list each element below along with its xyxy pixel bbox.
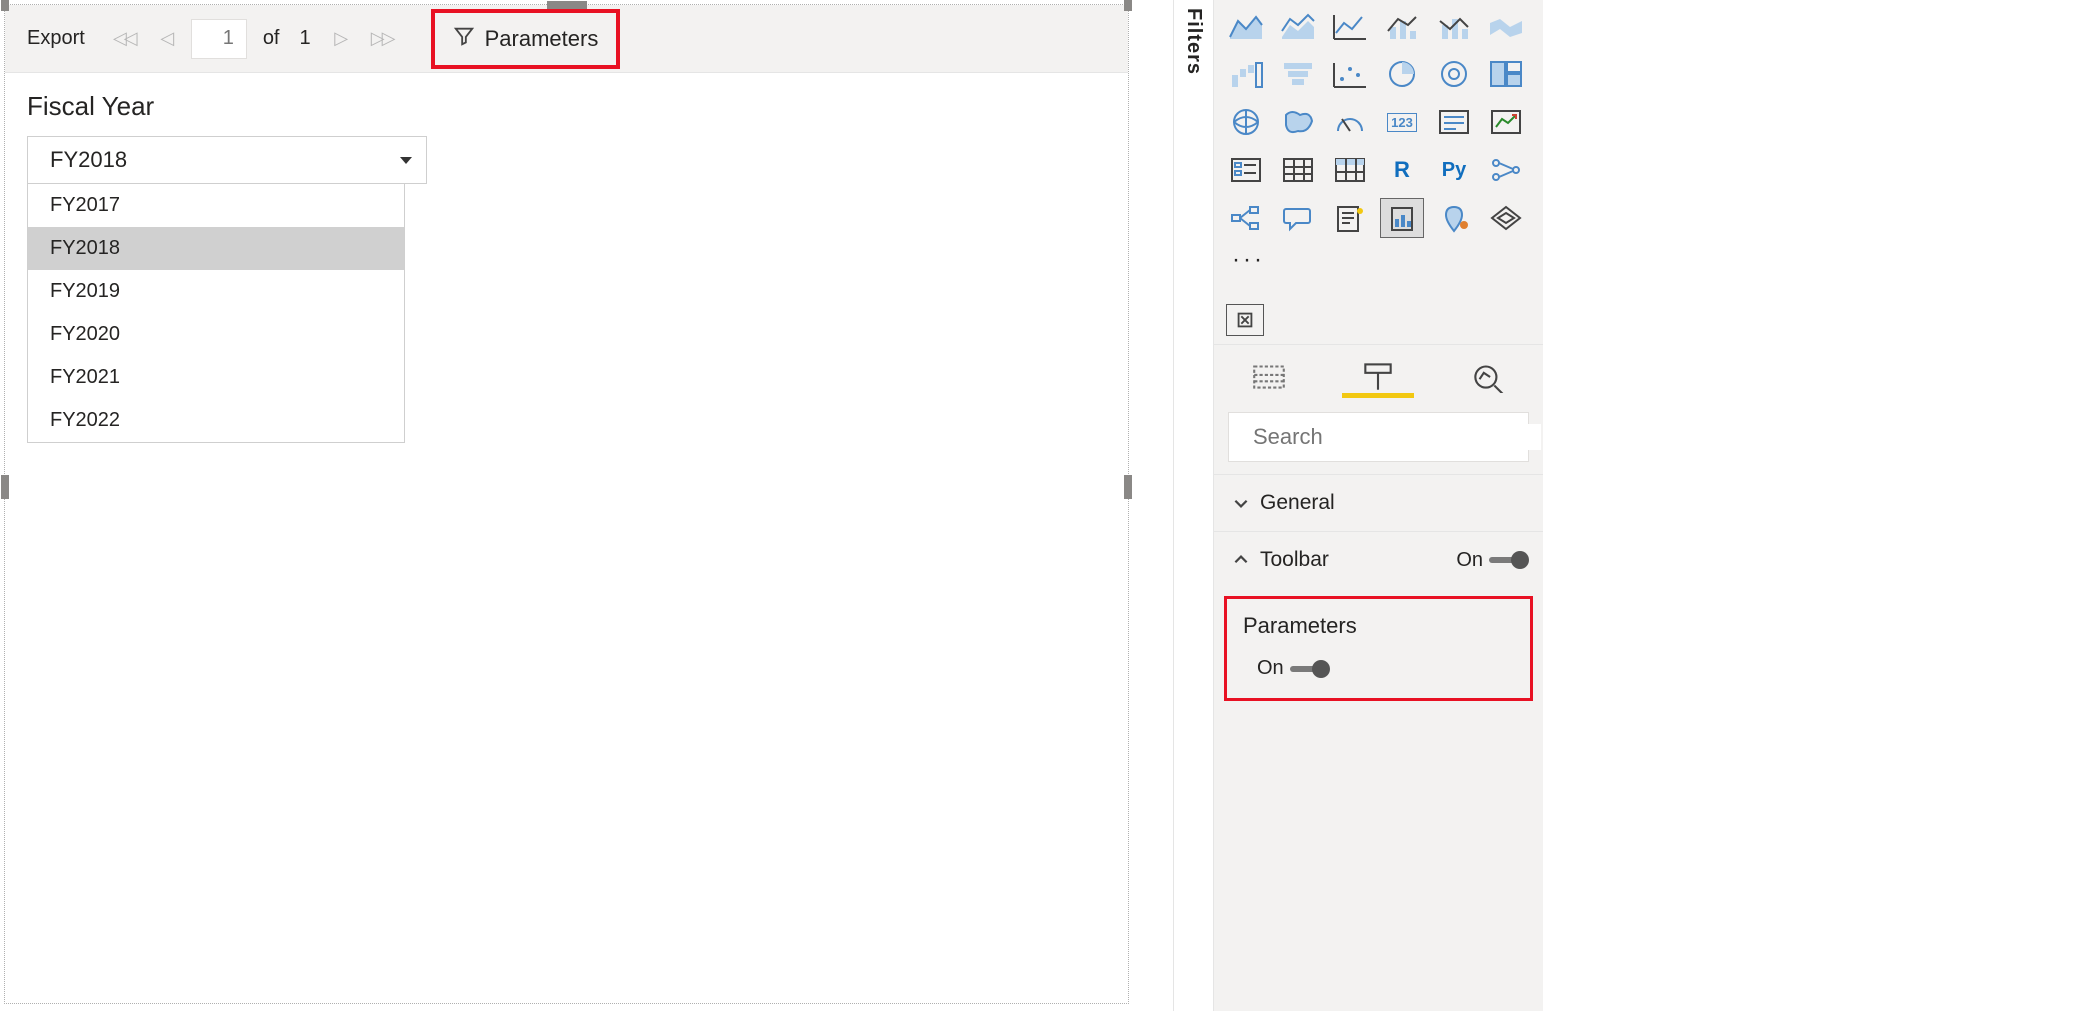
treemap-icon[interactable] — [1484, 54, 1528, 94]
parameters-label: Parameters — [485, 26, 599, 52]
slicer-icon[interactable] — [1224, 150, 1268, 190]
page-number-input[interactable] — [191, 19, 247, 59]
visualizations-pane: 123 R Py ··· — [1213, 0, 1543, 1011]
page-total: 1 — [300, 27, 311, 50]
ribbon-chart-icon[interactable] — [1484, 6, 1528, 46]
paginated-report-icon[interactable] — [1380, 198, 1424, 238]
export-button[interactable]: Export — [19, 21, 99, 56]
scatter-chart-icon[interactable] — [1328, 54, 1372, 94]
fiscal-year-option[interactable]: FY2018 — [28, 227, 404, 270]
filters-label: Filters — [1182, 8, 1205, 75]
general-label: General — [1260, 491, 1335, 515]
export-label: Export — [27, 27, 85, 50]
first-page-button[interactable]: ◁◁ — [107, 28, 141, 49]
table-icon[interactable] — [1276, 150, 1320, 190]
resize-handle-middle-left[interactable] — [1, 475, 9, 499]
format-tabs — [1214, 344, 1543, 398]
prev-page-button[interactable]: ◁ — [149, 28, 183, 49]
area-chart-icon[interactable] — [1224, 6, 1268, 46]
matrix-icon[interactable] — [1328, 150, 1372, 190]
fiscal-year-dropdown[interactable]: FY2018 — [27, 136, 427, 184]
combo-chart-icon[interactable] — [1380, 6, 1424, 46]
pie-chart-icon[interactable] — [1380, 54, 1424, 94]
parameter-name: Fiscal Year — [27, 91, 1106, 122]
visualization-palette: 123 R Py ··· — [1214, 0, 1543, 296]
fields-tab[interactable] — [1244, 359, 1294, 398]
resize-handle-middle-right[interactable] — [1124, 475, 1132, 499]
gauge-icon[interactable] — [1328, 102, 1372, 142]
fiscal-year-selected: FY2018 — [50, 147, 127, 173]
fiscal-year-option[interactable]: FY2022 — [28, 399, 404, 442]
fiscal-year-option[interactable]: FY2020 — [28, 313, 404, 356]
funnel-chart-icon[interactable] — [1276, 54, 1320, 94]
fiscal-year-options: FY2017FY2018FY2019FY2020FY2021FY2022 — [27, 184, 405, 443]
general-section[interactable]: General — [1214, 475, 1543, 531]
parameters-toggle[interactable]: On — [1257, 657, 1514, 680]
chevron-up-icon — [1232, 551, 1250, 569]
qa-visual-icon[interactable] — [1276, 198, 1320, 238]
r-visual-icon[interactable]: R — [1380, 150, 1424, 190]
toolbar-section-label: Toolbar — [1260, 548, 1329, 572]
waterfall-chart-icon[interactable] — [1224, 54, 1268, 94]
report-body: Fiscal Year FY2018 FY2017FY2018FY2019FY2… — [5, 73, 1128, 1003]
analytics-tab[interactable] — [1463, 359, 1513, 398]
kpi-icon[interactable] — [1484, 102, 1528, 142]
card-icon[interactable]: 123 — [1380, 102, 1424, 142]
smart-narrative-icon[interactable] — [1328, 198, 1372, 238]
donut-chart-icon[interactable] — [1432, 54, 1476, 94]
resize-handle-top-left[interactable] — [1, 0, 9, 11]
fiscal-year-option[interactable]: FY2019 — [28, 270, 404, 313]
visual-selection-frame[interactable]: Export ◁◁ ◁ of 1 ▷ ▷▷ Parameters Fiscal … — [4, 4, 1129, 1004]
search-box[interactable] — [1228, 412, 1529, 462]
last-page-button[interactable]: ▷▷ — [365, 28, 399, 49]
map-icon[interactable] — [1224, 102, 1268, 142]
resize-handle-top-middle[interactable] — [547, 1, 587, 9]
parameters-setting: Parameters On — [1224, 596, 1533, 701]
get-more-visuals-icon[interactable] — [1484, 198, 1528, 238]
resize-handle-top-right[interactable] — [1124, 0, 1132, 11]
parameters-button[interactable]: Parameters — [431, 9, 621, 69]
arcgis-map-icon[interactable] — [1432, 198, 1476, 238]
chevron-down-icon — [1232, 494, 1250, 512]
page-of-label: of — [263, 27, 280, 50]
toolbar-toggle[interactable]: On — [1456, 549, 1525, 572]
fiscal-year-option[interactable]: FY2017 — [28, 184, 404, 227]
parameters-setting-label: Parameters — [1243, 613, 1514, 639]
remove-field-icon[interactable] — [1226, 304, 1264, 336]
combo-stacked-chart-icon[interactable] — [1432, 6, 1476, 46]
decomposition-tree-icon[interactable] — [1224, 198, 1268, 238]
fiscal-year-option[interactable]: FY2021 — [28, 356, 404, 399]
filter-icon — [453, 25, 475, 53]
toolbar-section[interactable]: Toolbar On — [1214, 532, 1543, 588]
python-visual-icon[interactable]: Py — [1432, 150, 1476, 190]
report-toolbar: Export ◁◁ ◁ of 1 ▷ ▷▷ Parameters — [5, 5, 1128, 73]
key-influencers-icon[interactable] — [1484, 150, 1528, 190]
parameters-toggle-state: On — [1257, 657, 1284, 680]
report-canvas[interactable]: Export ◁◁ ◁ of 1 ▷ ▷▷ Parameters Fiscal … — [0, 0, 1145, 1011]
chevron-down-icon — [400, 157, 412, 164]
filled-map-icon[interactable] — [1276, 102, 1320, 142]
more-visuals-button[interactable]: ··· — [1224, 246, 1528, 288]
filters-panel-collapsed[interactable]: Filters — [1173, 0, 1213, 1011]
toolbar-toggle-state: On — [1456, 549, 1483, 572]
search-input[interactable] — [1253, 424, 1541, 450]
stacked-area-chart-icon[interactable] — [1276, 6, 1320, 46]
multi-row-card-icon[interactable] — [1432, 102, 1476, 142]
line-chart-icon[interactable] — [1328, 6, 1372, 46]
next-page-button[interactable]: ▷ — [323, 28, 357, 49]
